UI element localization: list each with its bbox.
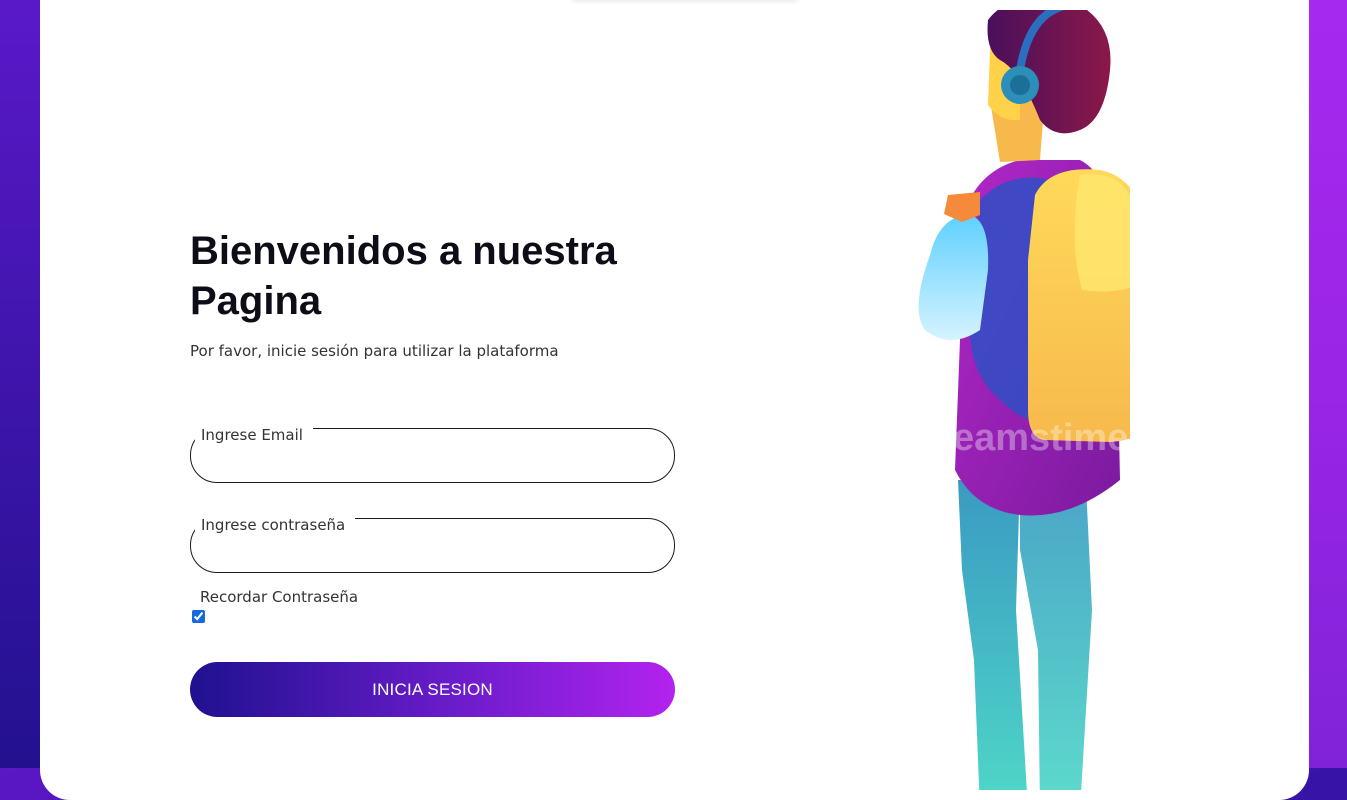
password-field[interactable]: Ingrese contraseña [190,515,675,573]
email-input[interactable] [207,447,651,475]
password-input[interactable] [207,537,651,565]
login-card: Bienvenidos a nuestra Pagina Por favor, … [40,0,1309,800]
email-field[interactable]: Ingrese Email [190,425,675,483]
remember-password-checkbox[interactable] [192,610,205,623]
background-left [0,0,40,768]
page-title: Bienvenidos a nuestra Pagina [190,229,617,323]
backpack-highlight [1074,174,1130,292]
background-right [1307,0,1347,768]
student-illustration: dreamstime. [915,10,1130,790]
page-subtitle: Por favor, inicie sesión para utilizar l… [190,342,559,360]
arm [918,215,989,340]
password-label: Ingrese contraseña [195,515,356,535]
watermark-text: dreamstime. [915,417,1130,459]
email-label: Ingrese Email [195,425,313,445]
remember-password-label: Recordar Contraseña [200,588,359,606]
left-leg [958,480,1027,790]
login-button[interactable]: INICIA SESION [190,662,675,717]
